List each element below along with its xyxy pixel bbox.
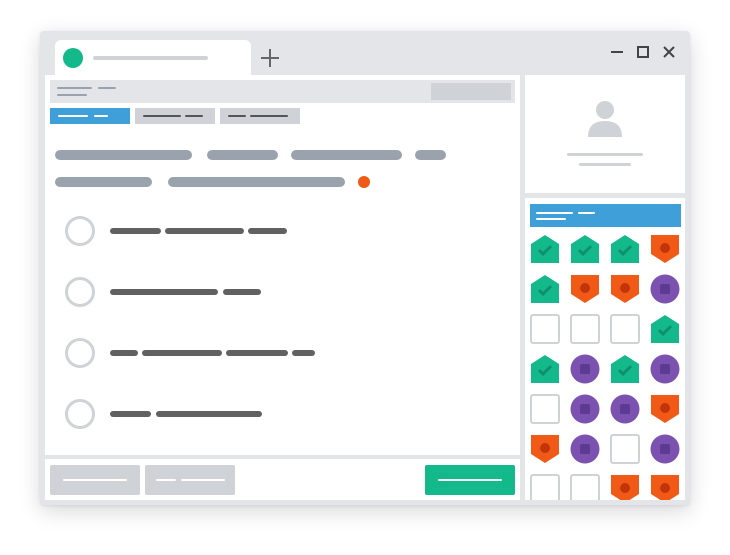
maximize-icon[interactable] <box>633 42 653 62</box>
user-avatar-icon <box>588 101 622 137</box>
address-bar[interactable] <box>50 80 515 103</box>
option-label-placeholder <box>226 350 288 356</box>
grid-cell-orange-dot-icon[interactable] <box>650 394 680 424</box>
grid-cell-purple-square-icon[interactable] <box>570 434 600 464</box>
status-grid-header <box>530 204 681 227</box>
subheading-placeholder <box>168 177 345 187</box>
grid-cell-purple-square-icon[interactable] <box>610 394 640 424</box>
grid-cell-orange-dot-icon[interactable] <box>530 434 560 464</box>
grid-cell-orange-dot-icon[interactable] <box>650 474 680 500</box>
address-action-button[interactable] <box>431 83 511 100</box>
heading-placeholder <box>207 150 278 160</box>
grid-cell-purple-square-icon[interactable] <box>650 354 680 384</box>
heading-placeholder <box>291 150 402 160</box>
button-label-placeholder <box>156 479 176 481</box>
grid-cell-orange-dot-icon[interactable] <box>570 274 600 304</box>
radio-button[interactable] <box>65 338 95 368</box>
button-label-placeholder <box>63 479 127 481</box>
secondary-button-2[interactable] <box>145 465 235 495</box>
option-label-placeholder <box>248 228 287 234</box>
option-label-placeholder <box>156 411 262 417</box>
primary-button[interactable] <box>425 465 515 495</box>
grid-cell-orange-dot-icon[interactable] <box>610 474 640 500</box>
grid-cell-purple-square-icon[interactable] <box>570 354 600 384</box>
grid-cell-green-check-icon[interactable] <box>650 314 680 344</box>
option-label-placeholder <box>110 228 161 234</box>
orange-dot-icon <box>358 176 370 188</box>
chip-text <box>58 115 88 117</box>
chip-text <box>94 115 108 117</box>
minimize-icon[interactable] <box>607 42 627 62</box>
grid-cell-orange-dot-icon[interactable] <box>650 234 680 264</box>
grid-cell-green-check-icon[interactable] <box>530 234 560 264</box>
radio-button[interactable] <box>65 216 95 246</box>
profile-card <box>525 75 685 193</box>
status-grid-panel <box>525 198 685 500</box>
close-icon[interactable] <box>659 42 679 62</box>
tab-title-placeholder <box>93 56 208 60</box>
button-label-placeholder <box>438 479 502 481</box>
grid-cell-purple-square-icon[interactable] <box>570 394 600 424</box>
option-label-placeholder <box>292 350 315 356</box>
radio-button[interactable] <box>65 399 95 429</box>
option-label-placeholder <box>110 411 151 417</box>
profile-name-placeholder <box>567 153 643 156</box>
grid-cell-empty-icon[interactable] <box>610 434 640 464</box>
chip-text <box>250 115 288 117</box>
profile-detail-placeholder <box>579 163 631 166</box>
chip-text <box>185 115 203 117</box>
subheading-placeholder <box>55 177 152 187</box>
chip-text <box>228 115 246 117</box>
grid-cell-empty-icon[interactable] <box>530 314 560 344</box>
plus-icon[interactable] <box>258 46 282 70</box>
grid-cell-purple-square-icon[interactable] <box>650 434 680 464</box>
radio-button[interactable] <box>65 277 95 307</box>
grid-cell-empty-icon[interactable] <box>610 314 640 344</box>
grid-cell-empty-icon[interactable] <box>530 474 560 500</box>
toolbar-tab-3[interactable] <box>220 108 300 124</box>
grid-cell-green-check-icon[interactable] <box>610 354 640 384</box>
grid-cell-purple-square-icon[interactable] <box>650 274 680 304</box>
chip-text <box>143 115 181 117</box>
option-label-placeholder <box>165 228 244 234</box>
option-label-placeholder <box>110 289 218 295</box>
button-label-placeholder <box>181 479 225 481</box>
header-text-placeholder <box>536 218 566 220</box>
header-text-placeholder <box>578 212 595 214</box>
address-text-placeholder <box>98 87 116 89</box>
grid-cell-green-check-icon[interactable] <box>530 354 560 384</box>
green-dot-icon <box>63 48 83 68</box>
secondary-button-1[interactable] <box>50 465 140 495</box>
browser-tab[interactable] <box>55 40 251 75</box>
address-text-placeholder <box>57 94 87 96</box>
heading-placeholder <box>55 150 192 160</box>
grid-cell-green-check-icon[interactable] <box>530 274 560 304</box>
address-text-placeholder <box>57 87 92 89</box>
browser-window <box>40 31 690 505</box>
main-panel <box>45 75 520 455</box>
toolbar-tab-1[interactable] <box>50 108 130 124</box>
grid-cell-green-check-icon[interactable] <box>570 234 600 264</box>
option-label-placeholder <box>223 289 261 295</box>
heading-placeholder <box>415 150 446 160</box>
grid-cell-empty-icon[interactable] <box>530 394 560 424</box>
toolbar-tab-2[interactable] <box>135 108 215 124</box>
footer-bar <box>45 459 520 500</box>
option-label-placeholder <box>142 350 222 356</box>
grid-cell-empty-icon[interactable] <box>570 314 600 344</box>
grid-cell-empty-icon[interactable] <box>570 474 600 500</box>
header-text-placeholder <box>536 212 573 214</box>
option-label-placeholder <box>110 350 138 356</box>
grid-cell-orange-dot-icon[interactable] <box>610 274 640 304</box>
grid-cell-green-check-icon[interactable] <box>610 234 640 264</box>
